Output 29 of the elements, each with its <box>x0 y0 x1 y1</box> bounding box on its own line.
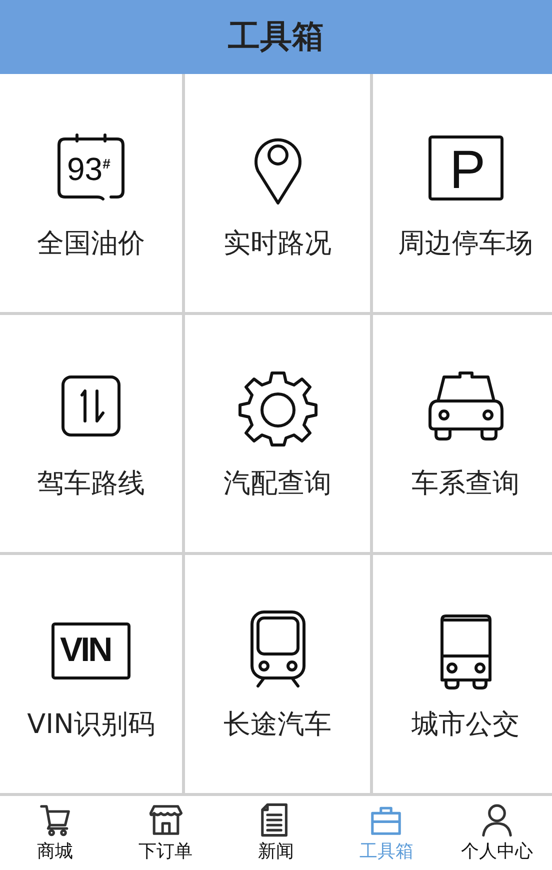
person-icon <box>480 803 514 837</box>
tile-label: 长途汽车 <box>224 708 332 742</box>
nav-tab[interactable]: 商城 <box>5 803 106 863</box>
icon-text: 93$^{#}$ <box>67 152 110 185</box>
icon-text: P <box>450 142 486 197</box>
nav-tab[interactable]: 下订单 <box>116 803 216 863</box>
tool-tile[interactable]: VIN VIN识别码 <box>0 555 182 793</box>
nav-tab[interactable]: 新闻 <box>226 803 326 863</box>
tile-label: 全国油价 <box>37 226 145 261</box>
tool-tile[interactable]: 城市公交 <box>373 555 552 793</box>
tile-label: 驾车路线 <box>37 467 145 502</box>
tile-label: 车系查询 <box>412 467 520 502</box>
tile-label: 实时路况 <box>224 226 332 261</box>
tile-label: VIN识别码 <box>27 708 155 742</box>
tile-label: 周边停车场 <box>398 226 533 261</box>
nav-tab[interactable]: 个人中心 <box>446 803 547 863</box>
tool-tile[interactable]: 93$^{#}$ 全国油价 <box>0 74 182 312</box>
tool-tile[interactable]: 长途汽车 <box>185 555 370 793</box>
tile-label: 城市公交 <box>412 708 520 742</box>
cart-icon <box>38 803 72 837</box>
page-title: 工具箱 <box>228 16 324 57</box>
storefront-icon <box>148 803 183 837</box>
tool-tile[interactable]: 汽配查询 <box>185 314 370 552</box>
icon-text: VIN <box>60 633 111 668</box>
tool-tile[interactable]: 实时路况 <box>185 74 370 312</box>
tool-tile[interactable]: 驾车路线 <box>0 314 182 552</box>
tool-tile[interactable]: 车系查询 <box>373 314 552 552</box>
tile-label: 汽配查询 <box>224 467 332 502</box>
tool-tile[interactable]: P 周边停车场 <box>373 74 552 312</box>
